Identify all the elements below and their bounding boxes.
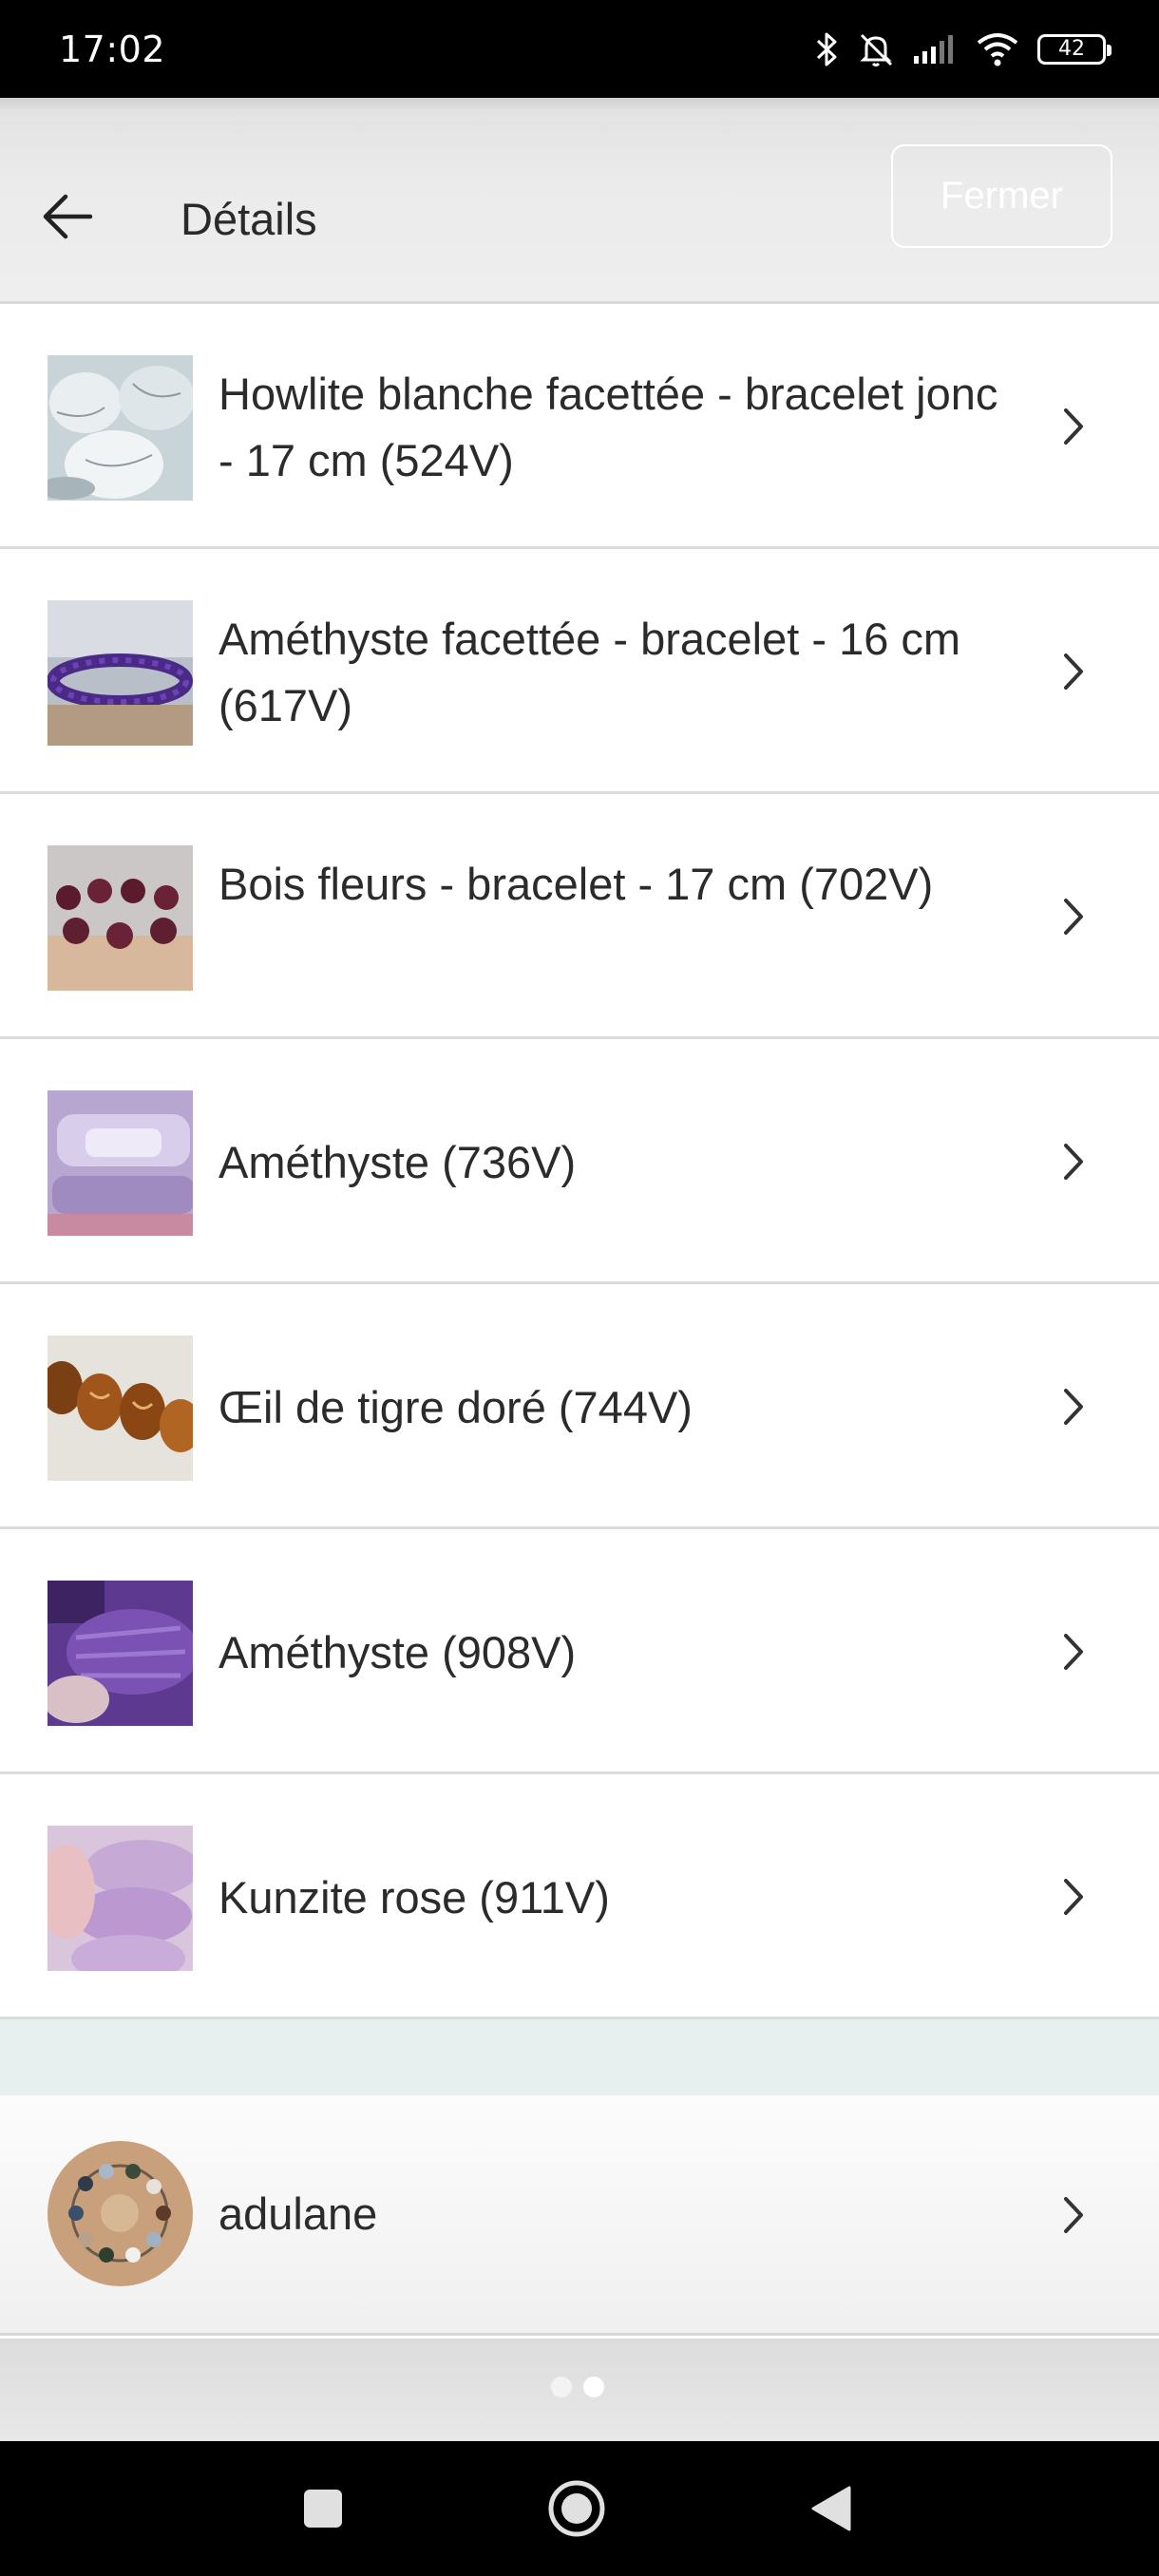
battery-icon: 42 [1037, 33, 1112, 65]
chevron-right-icon [1054, 895, 1092, 938]
app-header: Détails Fermer [0, 98, 1159, 304]
item-label: Améthyste (908V) [218, 1627, 577, 1677]
seller-name: adulane [218, 2188, 378, 2239]
page-title: Détails [180, 194, 317, 244]
chevron-right-icon [1054, 650, 1092, 693]
avatar [48, 2141, 193, 2286]
status-icons: 42 [815, 30, 1112, 68]
section-separator [0, 2019, 1159, 2095]
chevron-right-icon [1054, 1875, 1092, 1919]
close-button[interactable]: Fermer [891, 144, 1112, 248]
square-icon [304, 2490, 342, 2528]
list-item[interactable]: Améthyste (736V) [0, 1039, 1159, 1284]
item-thumbnail [48, 355, 193, 501]
list-item[interactable]: Œil de tigre doré (744V) [0, 1284, 1159, 1529]
list-item[interactable]: Kunzite rose (911V) [0, 1774, 1159, 2019]
item-label: Améthyste (736V) [218, 1137, 577, 1187]
status-bar: 17:02 42 [0, 0, 1159, 98]
home-circle-icon [548, 2480, 605, 2537]
page-indicator [551, 2377, 604, 2397]
home-button[interactable] [520, 2441, 634, 2576]
back-nav-button[interactable] [774, 2441, 888, 2576]
item-list: Howlite blanche facettée - bracelet jonc… [0, 304, 1159, 2019]
chevron-right-icon [1054, 1140, 1092, 1184]
bottom-panel [0, 2339, 1159, 2441]
item-label: Œil de tigre doré (744V) [218, 1382, 693, 1432]
chevron-right-icon [1054, 2193, 1092, 2237]
list-item[interactable]: Howlite blanche facettée - bracelet jonc… [0, 304, 1159, 549]
item-label: Howlite blanche facettée - bracelet jonc… [218, 369, 998, 485]
item-thumbnail [48, 1335, 193, 1481]
item-label: Kunzite rose (911V) [218, 1872, 610, 1923]
status-time: 17:02 [59, 28, 166, 70]
chevron-right-icon [1054, 405, 1092, 448]
list-item[interactable]: Améthyste (908V) [0, 1529, 1159, 1774]
system-nav-bar [0, 2441, 1159, 2576]
item-thumbnail [48, 845, 193, 991]
item-label: Améthyste facettée - bracelet - 16 cm (6… [218, 614, 961, 730]
list-item[interactable]: Bois fleurs - bracelet - 17 cm (702V) [0, 794, 1159, 1039]
recents-button[interactable] [266, 2441, 380, 2576]
item-thumbnail [48, 1090, 193, 1236]
back-button[interactable] [36, 185, 99, 248]
list-item[interactable]: Améthyste facettée - bracelet - 16 cm (6… [0, 549, 1159, 794]
bell-off-icon [857, 30, 895, 68]
chevron-right-icon [1054, 1630, 1092, 1674]
bluetooth-icon [815, 30, 840, 68]
signal-icon [912, 33, 958, 66]
item-label: Bois fleurs - bracelet - 17 cm (702V) [218, 859, 934, 909]
item-thumbnail [48, 1581, 193, 1726]
header-shadow [0, 98, 1159, 111]
page-dot[interactable] [551, 2377, 572, 2397]
arrow-left-icon [43, 194, 93, 239]
item-thumbnail [48, 1826, 193, 1971]
triangle-back-icon [811, 2486, 851, 2531]
item-thumbnail [48, 600, 193, 746]
seller-row[interactable]: adulane [0, 2095, 1159, 2336]
wifi-icon [975, 31, 1020, 67]
page-dot-active[interactable] [583, 2377, 604, 2397]
chevron-right-icon [1054, 1385, 1092, 1429]
